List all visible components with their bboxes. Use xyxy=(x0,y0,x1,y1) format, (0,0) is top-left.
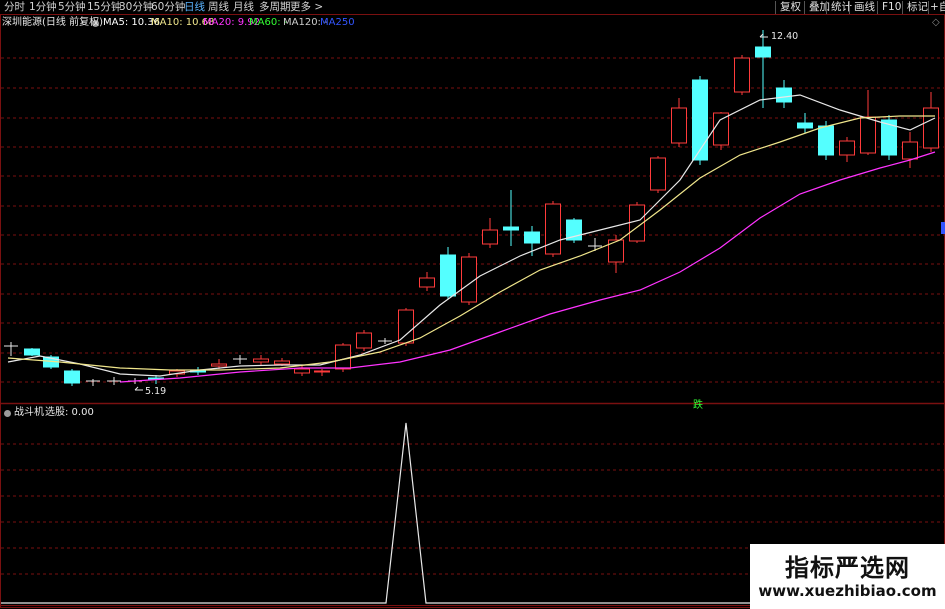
candle-up xyxy=(860,116,876,154)
candle-down xyxy=(797,122,813,129)
candle-up xyxy=(335,344,351,370)
ma10-line xyxy=(7,115,935,371)
candle-up xyxy=(545,203,561,255)
indicator-value: 选股: 0.00 xyxy=(45,407,94,418)
candle-up xyxy=(902,141,918,160)
candle-up xyxy=(419,277,435,288)
ma20-line xyxy=(119,151,936,383)
candle-up xyxy=(356,332,372,349)
candle-down xyxy=(776,87,792,103)
indicator-name: 战斗机 xyxy=(14,407,44,418)
candle-down xyxy=(818,125,834,156)
price-marker xyxy=(941,222,945,234)
candle-up xyxy=(294,368,310,374)
candle-down xyxy=(692,79,708,161)
candle-up xyxy=(923,107,939,149)
kline-chart[interactable] xyxy=(0,0,945,609)
candle-up xyxy=(482,229,498,245)
signal-label: 跌 xyxy=(693,400,703,411)
watermark-title: 指标严选网 xyxy=(785,554,910,582)
candle-up xyxy=(253,358,269,363)
indicator-settings-icon[interactable] xyxy=(4,410,11,417)
candle-up xyxy=(274,360,290,365)
stock-title: 深圳能源(日线 前复权) xyxy=(2,17,103,28)
chart-frame xyxy=(0,14,945,608)
candle-up xyxy=(650,157,666,191)
low-price-label: 5.19 xyxy=(145,386,167,397)
ma250-label: MA250 xyxy=(320,17,355,28)
candle-up xyxy=(671,107,687,144)
candle-down xyxy=(755,46,771,58)
high-price-label: 12.40 xyxy=(771,31,799,42)
candle-down xyxy=(24,348,40,356)
watermark-url: www.xuezhibiao.com xyxy=(758,582,937,600)
diamond-icon[interactable]: ◇ xyxy=(932,16,940,30)
ma60-label: MA60: - xyxy=(249,17,288,28)
candle-down xyxy=(503,226,519,231)
candle-up xyxy=(839,140,855,156)
candle-down xyxy=(524,231,540,244)
watermark: 指标严选网 www.xuezhibiao.com xyxy=(750,544,945,609)
candle-down xyxy=(440,254,456,297)
candle-up xyxy=(398,309,414,344)
candle-up xyxy=(314,370,330,373)
candle-up xyxy=(713,112,729,146)
candle-up xyxy=(211,363,227,367)
candle-down xyxy=(64,370,80,384)
candle-up xyxy=(734,57,750,93)
